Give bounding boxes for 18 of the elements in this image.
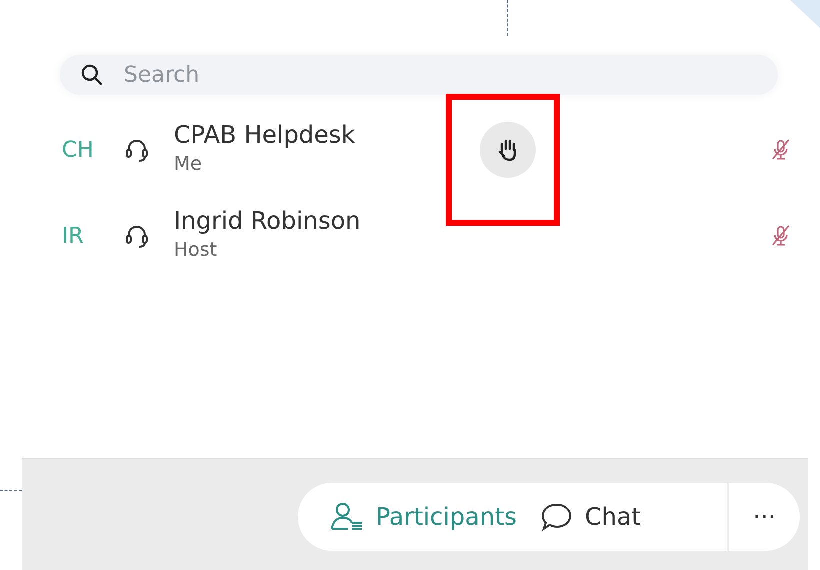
search-field[interactable]: Search <box>122 58 622 92</box>
chat-bubble-icon <box>540 502 573 532</box>
participant-name: CPAB Helpdesk <box>174 121 356 150</box>
participant-role: Host <box>174 238 218 264</box>
participant-role: Me <box>174 152 204 178</box>
headset-icon <box>124 223 150 249</box>
headset-icon <box>124 137 150 163</box>
dashed-guide-line <box>507 0 508 36</box>
participants-tab[interactable]: Participants <box>318 491 529 543</box>
avatar-initials: IR <box>62 222 85 250</box>
participant-name: Ingrid Robinson <box>174 207 362 236</box>
more-button[interactable]: ··· <box>727 483 800 551</box>
avatar-initials: CH <box>62 136 95 164</box>
hand-icon <box>497 138 519 162</box>
search-icon <box>80 63 104 87</box>
search-bar[interactable]: Search <box>60 55 778 95</box>
chat-tab[interactable]: Chat <box>528 491 654 543</box>
people-icon <box>330 502 364 532</box>
